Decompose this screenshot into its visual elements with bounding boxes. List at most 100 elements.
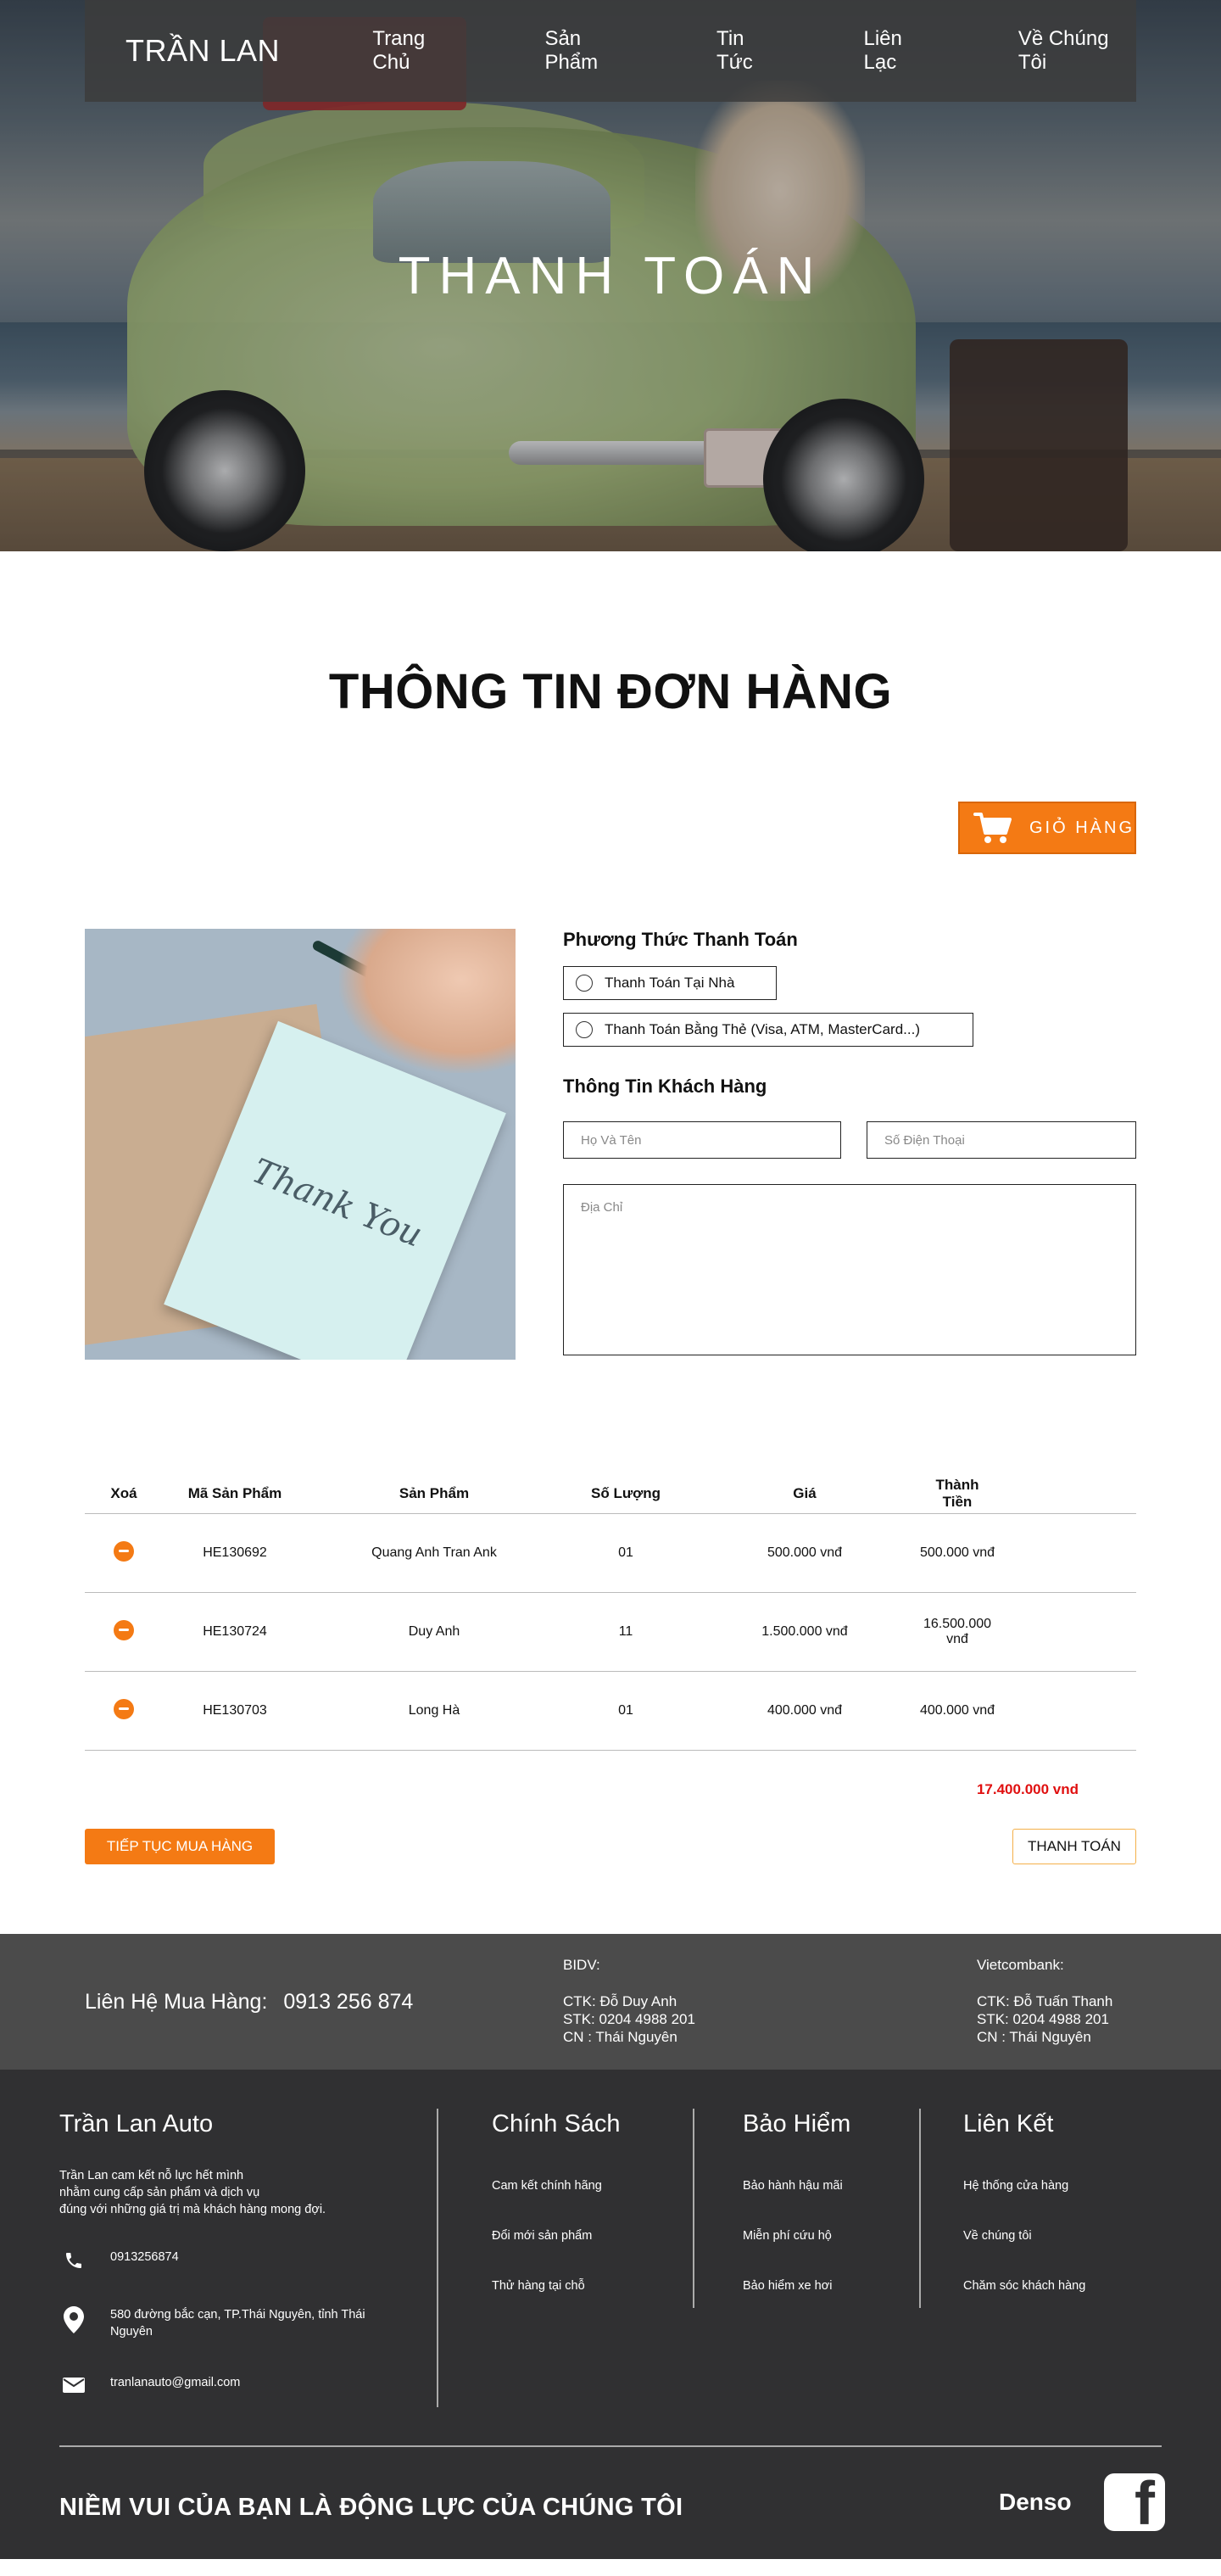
phone-icon bbox=[59, 2250, 88, 2276]
footer-link[interactable]: Đổi mới sản phẩm bbox=[492, 2229, 621, 2243]
top-nav: TRẦN LAN Trang Chủ Sản Phẩm Tin Tức Liên… bbox=[85, 0, 1136, 102]
payment-option-card[interactable]: Thanh Toán Bằng Thẻ (Visa, ATM, MasterCa… bbox=[563, 1013, 973, 1047]
table-row: HE130692 Quang Anh Tran Ank 01 500.000 v… bbox=[85, 1514, 1136, 1593]
footer-separator bbox=[59, 2445, 1162, 2447]
product-code: HE130703 bbox=[203, 1703, 267, 1718]
footer-links: Liên Kết Hệ thống cửa hàng Về chúng tôi … bbox=[963, 2110, 1085, 2293]
nav-item-home[interactable]: Trang Chủ bbox=[372, 27, 463, 75]
nav-item-news[interactable]: Tin Tức bbox=[716, 27, 782, 75]
hotline-phone[interactable]: 0913 256 874 bbox=[283, 1990, 413, 2014]
footer-policy: Chính Sách Cam kết chính hãng Đổi mới sả… bbox=[492, 2110, 621, 2293]
mail-icon bbox=[59, 2376, 88, 2401]
page-title: THÔNG TIN ĐƠN HÀNG bbox=[328, 664, 893, 719]
footer-insurance: Bảo Hiểm Bảo hành hậu mãi Miễn phí cứu h… bbox=[743, 2110, 850, 2293]
product-qty: 11 bbox=[618, 1624, 633, 1639]
col-header-price: Giá bbox=[793, 1484, 817, 1501]
footer-policy-title: Chính Sách bbox=[492, 2110, 621, 2137]
footer-address: 580 đường bắc cạn, TP.Thái Nguyên, tỉnh … bbox=[59, 2306, 424, 2340]
payment-method-heading: Phương Thức Thanh Toán bbox=[563, 929, 798, 950]
footer-insurance-title: Bảo Hiểm bbox=[743, 2110, 851, 2137]
hero-title: THANH TOÁN bbox=[398, 247, 823, 305]
product-qty: 01 bbox=[618, 1703, 633, 1718]
footer-email[interactable]: tranlanauto@gmail.com bbox=[59, 2376, 424, 2401]
footer-link[interactable]: Bảo hiểm xe hơi bbox=[743, 2279, 850, 2293]
hotline-label: Liên Hệ Mua Hàng: bbox=[85, 1990, 268, 2014]
footer-link[interactable]: Về chúng tôi bbox=[963, 2229, 1085, 2243]
bank-name: Vietcombank: bbox=[977, 1957, 1064, 1973]
hand bbox=[339, 929, 516, 1073]
radio-button[interactable] bbox=[576, 1021, 593, 1038]
payment-option-label: Thanh Toán Tại Nhà bbox=[605, 975, 735, 991]
checkout-form-area: Thank You Phương Thức Thanh Toán Thanh T… bbox=[0, 890, 1221, 1373]
footer-email-text: tranlanauto@gmail.com bbox=[110, 2376, 241, 2389]
remove-icon[interactable] bbox=[114, 1540, 134, 1562]
nav-item-contact[interactable]: Liên Lạc bbox=[864, 27, 937, 75]
col-header-delete: Xoá bbox=[110, 1484, 137, 1501]
thank-you-photo: Thank You bbox=[85, 929, 516, 1360]
order-table: Xoá Mã Sản Phẩm Sản Phẩm Số Lượng Giá Th… bbox=[85, 1473, 1136, 1751]
table-row: HE130703 Long Hà 01 400.000 vnđ 400.000 … bbox=[85, 1672, 1136, 1751]
nav-item-about[interactable]: Về Chúng Tôi bbox=[1018, 27, 1136, 75]
payment-option-cod[interactable]: Thanh Toán Tại Nhà bbox=[563, 966, 777, 1000]
bank-line: CN : Thái Nguyên bbox=[977, 2029, 1091, 2045]
cart-button[interactable]: GIỎ HÀNG bbox=[958, 802, 1136, 854]
col-header-total: Thành Tiền bbox=[935, 1476, 979, 1510]
product-qty: 01 bbox=[618, 1545, 633, 1560]
hero-banner: TRẦN LAN Trang Chủ Sản Phẩm Tin Tức Liên… bbox=[0, 0, 1221, 551]
footer-phone[interactable]: 0913256874 bbox=[59, 2250, 424, 2276]
phone-input[interactable]: Số Điện Thoại bbox=[867, 1121, 1136, 1159]
name-input[interactable]: Họ Và Tên bbox=[563, 1121, 841, 1159]
hotline: Liên Hệ Mua Hàng: 0913 256 874 bbox=[85, 1990, 413, 2014]
footer-slogan: NIỀM VUI CỦA BẠN LÀ ĐỘNG LỰC CỦA CHÚNG T… bbox=[59, 2494, 683, 2521]
bank-line: CN : Thái Nguyên bbox=[563, 2029, 677, 2045]
footer-link[interactable]: Chăm sóc khách hàng bbox=[963, 2279, 1085, 2293]
row-total: 16.500.000 vnđ bbox=[923, 1617, 992, 1646]
divider bbox=[919, 2109, 921, 2308]
address-textarea[interactable]: Địa Chỉ bbox=[563, 1184, 1136, 1355]
product-price: 500.000 vnđ bbox=[767, 1545, 843, 1560]
footer-link[interactable]: Cam kết chính hãng bbox=[492, 2179, 621, 2193]
remove-icon[interactable] bbox=[114, 1698, 134, 1719]
row-total: 500.000 vnđ bbox=[919, 1545, 995, 1560]
product-name: Duy Anh bbox=[408, 1624, 460, 1639]
footer-link[interactable]: Hệ thống cửa hàng bbox=[963, 2179, 1085, 2193]
divider bbox=[437, 2109, 438, 2407]
continue-shopping-button[interactable]: TIẾP TỤC MUA HÀNG bbox=[85, 1829, 275, 1864]
col-header-product: Sản Phẩm bbox=[399, 1484, 470, 1501]
facebook-icon[interactable]: f bbox=[1104, 2473, 1165, 2534]
bank-name: BIDV: bbox=[563, 1957, 600, 1973]
bank-line: STK: 0204 4988 201 bbox=[977, 2011, 1109, 2027]
footer-link[interactable]: Thử hàng tại chỗ bbox=[492, 2279, 621, 2293]
bank-info-vietcombank: Vietcombank: CTK: Đỗ Tuấn Thanh STK: 020… bbox=[977, 1956, 1112, 2046]
footer-about-title: Trần Lan Auto bbox=[59, 2110, 214, 2137]
nav-item-products[interactable]: Sản Phẩm bbox=[544, 27, 635, 75]
bank-info-bidv: BIDV: CTK: Đỗ Duy Anh STK: 0204 4988 201… bbox=[563, 1956, 695, 2046]
bank-line: CTK: Đỗ Duy Anh bbox=[563, 1993, 677, 2009]
footer-brand: Denso bbox=[999, 2489, 1072, 2515]
nav-menu: Trang Chủ Sản Phẩm Tin Tức Liên Lạc Về C… bbox=[372, 27, 1136, 75]
product-code: HE130692 bbox=[203, 1545, 267, 1560]
radio-button[interactable] bbox=[576, 975, 593, 992]
product-price: 1.500.000 vnđ bbox=[761, 1624, 848, 1639]
table-row: HE130724 Duy Anh 11 1.500.000 vnđ 16.500… bbox=[85, 1593, 1136, 1672]
remove-icon[interactable] bbox=[114, 1619, 134, 1640]
divider bbox=[693, 2109, 694, 2308]
site-logo[interactable]: TRẦN LAN bbox=[125, 33, 372, 69]
cart-icon bbox=[973, 813, 1012, 843]
footer-about: Trần Lan Auto Trần Lan cam kết nỗ lực hế… bbox=[59, 2110, 424, 2401]
footer-about-desc: Trần Lan cam kết nỗ lực hết mình nhằm cu… bbox=[59, 2169, 326, 2216]
footer-link[interactable]: Bảo hành hậu mãi bbox=[743, 2179, 850, 2193]
footer: Trần Lan Auto Trần Lan cam kết nỗ lực hế… bbox=[0, 2070, 1221, 2559]
bank-line: CTK: Đỗ Tuấn Thanh bbox=[977, 1993, 1113, 2009]
cart-button-label: GIỎ HÀNG bbox=[1029, 818, 1135, 837]
footer-address-text: 580 đường bắc cạn, TP.Thái Nguyên, tỉnh … bbox=[110, 2308, 365, 2339]
table-header: Xoá Mã Sản Phẩm Sản Phẩm Số Lượng Giá Th… bbox=[85, 1473, 1136, 1514]
payment-panel: Phương Thức Thanh Toán Thanh Toán Tại Nh… bbox=[563, 929, 1136, 1355]
col-header-code: Mã Sản Phẩm bbox=[187, 1484, 282, 1501]
checkout-button[interactable]: THANH TOÁN bbox=[1012, 1829, 1136, 1864]
grand-total: 17.400.000 vnd bbox=[976, 1781, 1079, 1797]
customer-info-heading: Thông Tin Khách Hàng bbox=[563, 1076, 767, 1097]
footer-link[interactable]: Miễn phí cứu hộ bbox=[743, 2229, 850, 2243]
col-header-qty: Số Lượng bbox=[591, 1484, 661, 1501]
bank-line: STK: 0204 4988 201 bbox=[563, 2011, 695, 2027]
